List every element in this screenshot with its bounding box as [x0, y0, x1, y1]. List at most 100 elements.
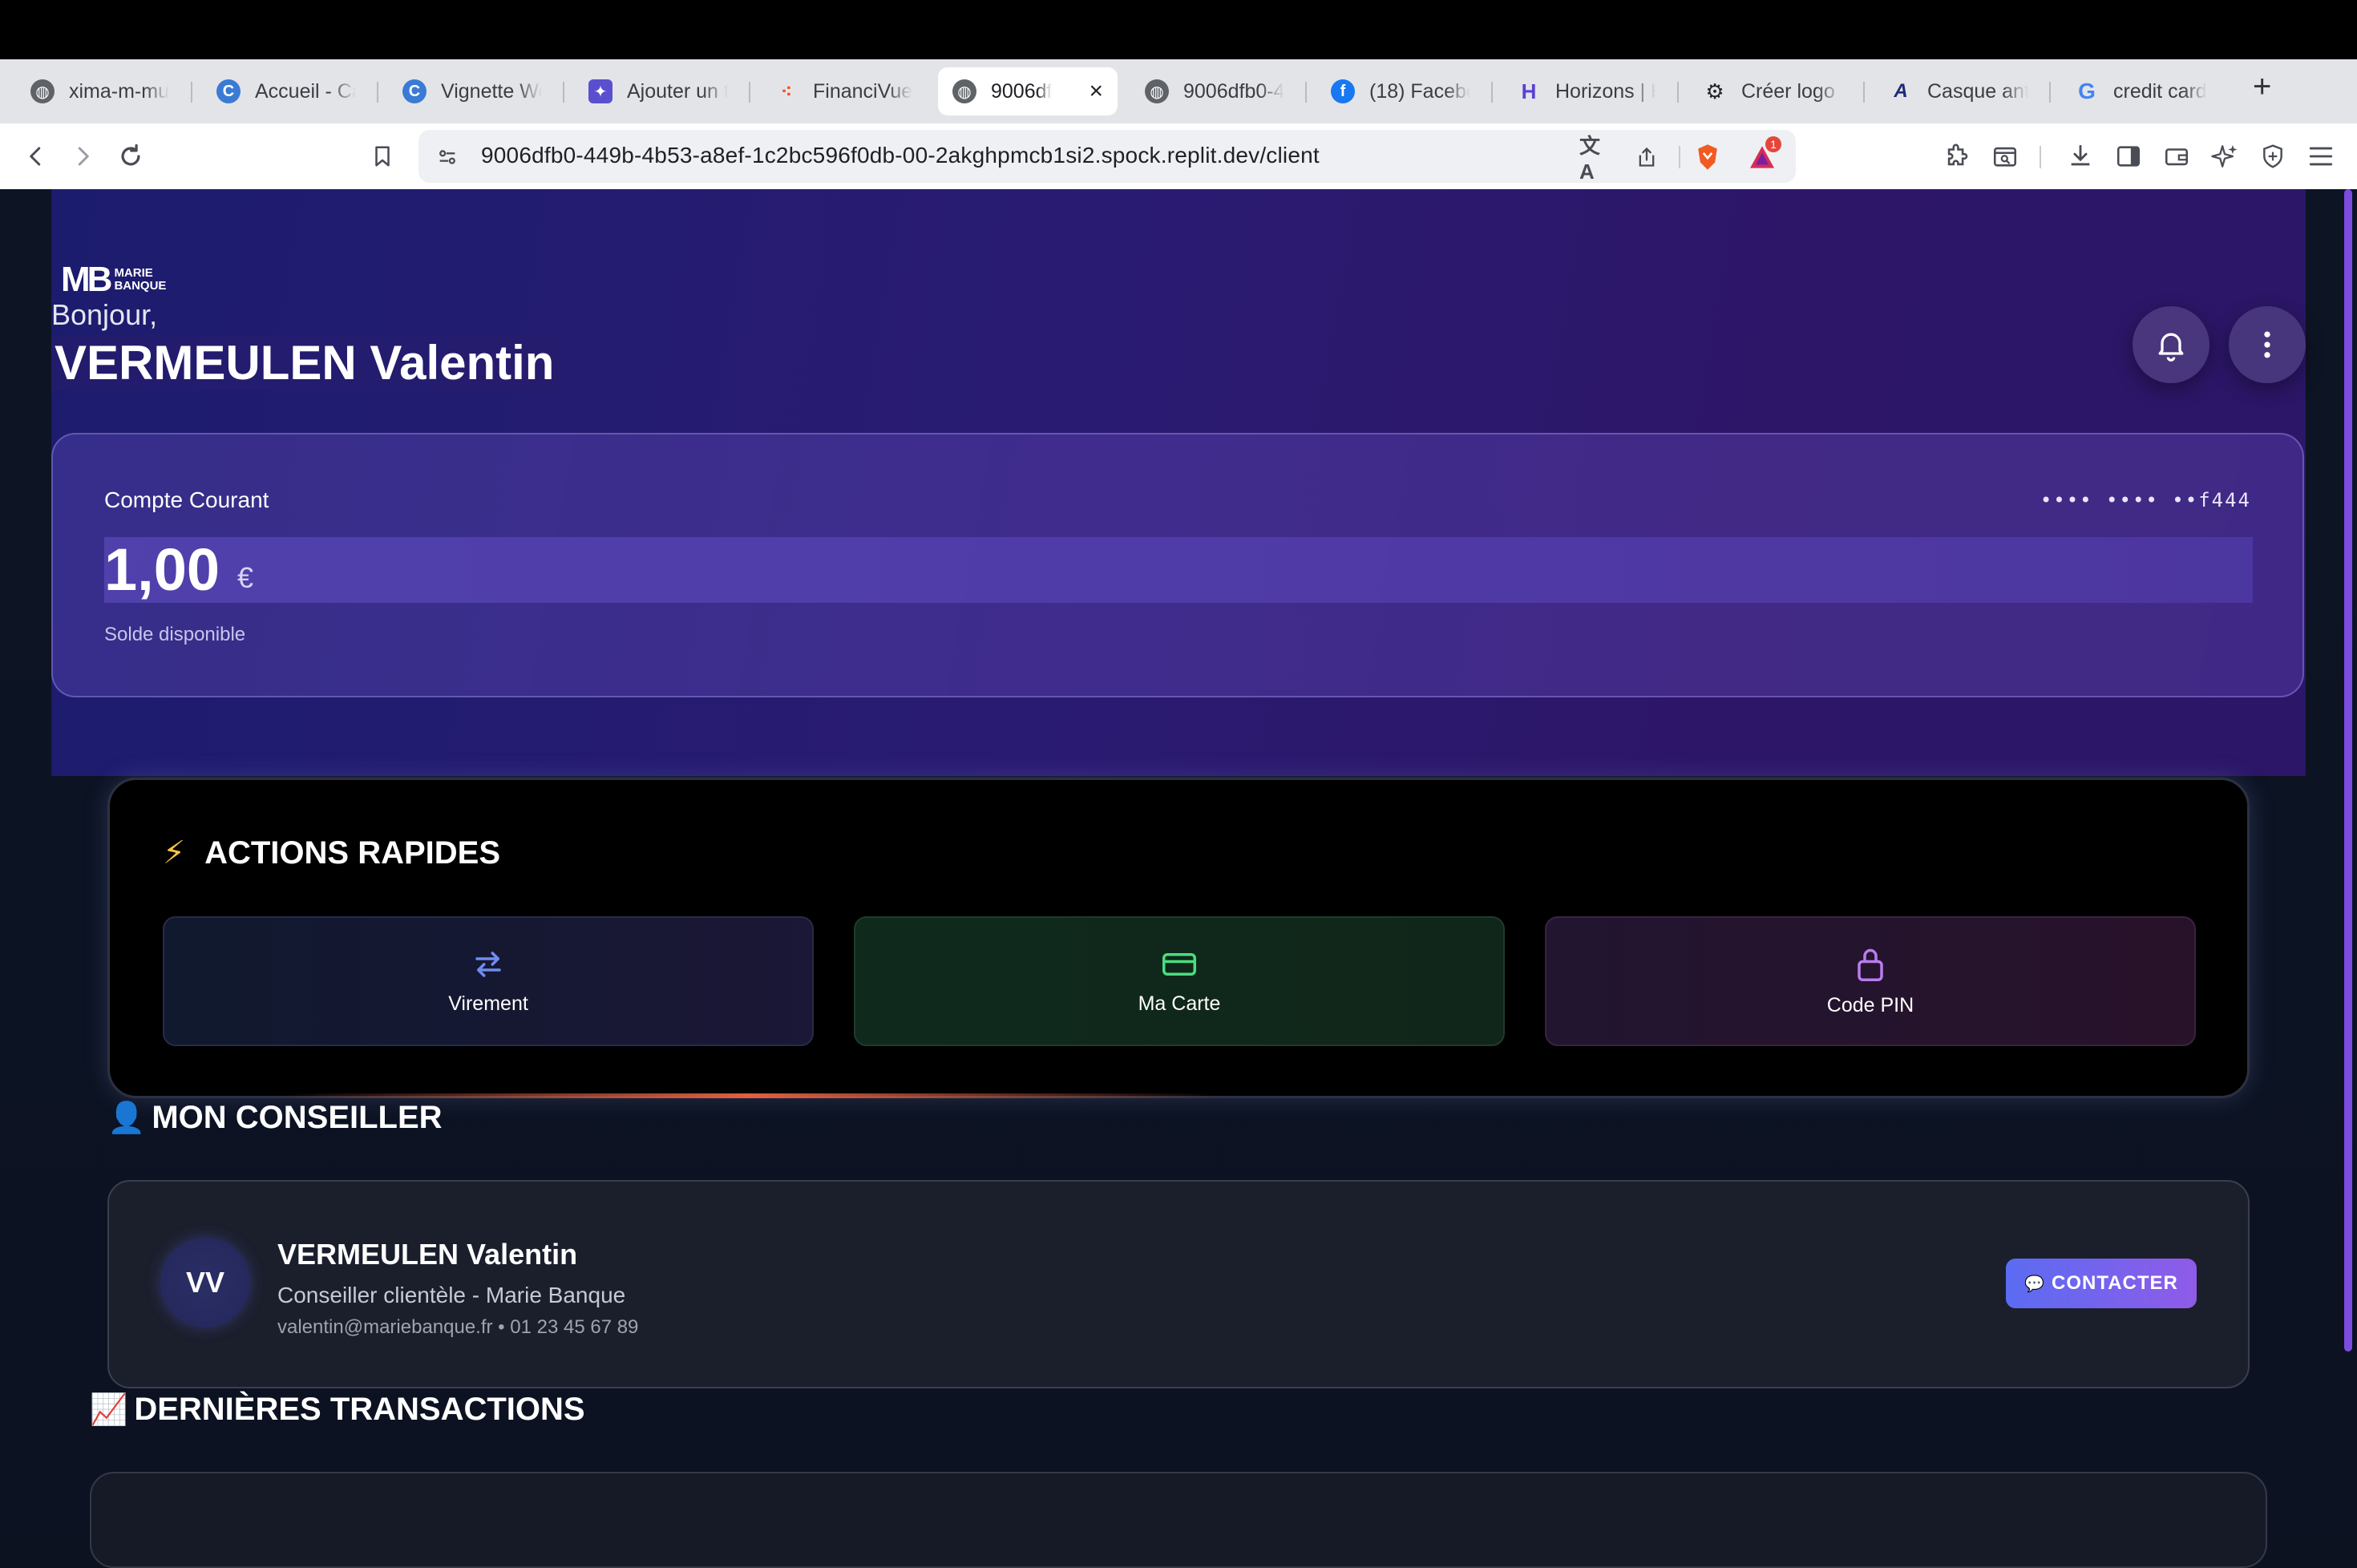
avatar: VV — [160, 1238, 250, 1328]
tab-label: credit card — [2113, 79, 2207, 103]
bookmark-button[interactable] — [364, 138, 401, 175]
facebook-icon: f — [1331, 79, 1355, 103]
tab-1[interactable]: ◍ xima-m-mu — [16, 67, 184, 115]
brave-shields-icon[interactable] — [1693, 143, 1722, 172]
notifications-button[interactable] — [2133, 306, 2209, 383]
hero-header: MB MARIE BANQUE Bonjour, VERMEULEN Valen… — [51, 189, 2306, 776]
tab-11[interactable]: A Casque ant — [1874, 67, 2043, 115]
menu-icon[interactable] — [2302, 138, 2339, 175]
globe-icon: ◍ — [952, 79, 976, 103]
advisor-role: Conseiller clientèle - Marie Banque — [277, 1283, 626, 1307]
tab-10[interactable]: ⚙ Créer logo f — [1688, 67, 1857, 115]
transactions-section-label: DERNIÈRES TRANSACTIONS — [134, 1392, 585, 1427]
lock-icon — [1858, 948, 1883, 981]
more-vertical-icon — [2264, 331, 2270, 358]
close-icon[interactable]: × — [1089, 78, 1103, 105]
account-type: Compte Courant — [104, 487, 269, 512]
tab-7[interactable]: ◍ 9006dfb0-4 — [1130, 67, 1299, 115]
balance-label: Solde disponible — [104, 624, 246, 645]
figma-icon: ⁖ — [781, 83, 792, 101]
user-icon: 👤 — [107, 1101, 146, 1135]
tab-separator — [377, 82, 378, 103]
advisor-contact: valentin@mariebanque.fr • 01 23 45 67 89 — [277, 1316, 639, 1338]
tab-4[interactable]: ✦ Ajouter un t — [574, 67, 742, 115]
tab-6-active[interactable]: ◍ 9006df × — [938, 67, 1118, 115]
tab-separator — [1863, 82, 1865, 103]
account-number: •••• •••• ••f444 — [2040, 489, 2251, 511]
tab-separator — [749, 82, 750, 103]
canva-icon: C — [216, 79, 241, 103]
logo-wordmark: MARIE BANQUE — [114, 267, 166, 293]
account-card[interactable]: Compte Courant •••• •••• ••f444 1,00 € S… — [51, 433, 2304, 697]
horizons-icon: H — [1521, 79, 1537, 103]
my-card-label: Ma Carte — [1138, 992, 1221, 1015]
translate-icon[interactable]: 文A — [1579, 134, 1608, 184]
contact-label: CONTACTER — [2052, 1272, 2178, 1294]
forward-button[interactable] — [64, 138, 101, 175]
url-text: 9006dfb0-449b-4b53-a8ef-1c2bc596f0db-00-… — [481, 143, 1320, 168]
tab-separator — [1491, 82, 1493, 103]
tab-label: Vignette Wo — [441, 79, 542, 103]
back-button[interactable] — [18, 138, 55, 175]
tab-label: (18) Facebo — [1369, 79, 1470, 103]
transactions-card — [90, 1472, 2267, 1568]
pin-code-label: Code PIN — [1826, 993, 1914, 1016]
chart-icon: 📈 — [90, 1392, 128, 1427]
leo-ai-icon[interactable] — [2206, 138, 2243, 175]
transfer-label: Virement — [448, 992, 528, 1015]
logo-mark: MB — [61, 260, 112, 299]
tab-3[interactable]: C Vignette Wo — [388, 67, 556, 115]
tab-label: FinanciVue — [813, 79, 913, 103]
tab-label: Casque ant — [1927, 79, 2028, 103]
globe-icon: ◍ — [1145, 79, 1169, 103]
downloads-icon[interactable] — [2062, 138, 2099, 175]
reader-mode-icon[interactable] — [1987, 138, 2023, 175]
balance-amount: 1,00 — [104, 536, 220, 603]
new-tab-button[interactable]: + — [2253, 69, 2271, 105]
brave-rewards-icon[interactable]: 1 — [1748, 136, 1781, 172]
vpn-icon[interactable] — [2254, 138, 2291, 175]
tab-separator — [2049, 82, 2051, 103]
share-icon[interactable] — [1632, 143, 1661, 172]
divider — [2040, 146, 2041, 168]
browser-toolbar: 9006dfb0-449b-4b53-a8ef-1c2bc596f0db-00-… — [0, 123, 2357, 190]
balance-currency: € — [237, 561, 254, 594]
address-bar[interactable]: 9006dfb0-449b-4b53-a8ef-1c2bc596f0db-00-… — [418, 130, 1796, 184]
tab-label: xima-m-mu — [69, 79, 169, 103]
tab-separator — [563, 82, 564, 103]
lightning-icon: ⚡ — [163, 835, 186, 871]
page-scrollbar[interactable] — [2344, 189, 2352, 1352]
tab-9[interactable]: H Horizons | H — [1502, 67, 1671, 115]
my-card-button[interactable]: Ma Carte — [854, 916, 1505, 1046]
extensions-icon[interactable] — [1939, 138, 1975, 175]
site-settings-icon[interactable] — [433, 143, 462, 172]
tab-label: 9006df — [991, 79, 1053, 103]
tab-label: Accueil - Ca — [255, 79, 356, 103]
tab-5[interactable]: ⁖ FinanciVue — [760, 67, 928, 115]
quick-actions-title: ⚡ ACTIONS RAPIDES — [163, 835, 500, 871]
more-options-button[interactable] — [2229, 306, 2306, 383]
bell-icon — [2158, 333, 2184, 362]
transfer-icon — [475, 951, 501, 977]
transactions-section-title: 📈 DERNIÈRES TRANSACTIONS — [90, 1392, 585, 1428]
pin-code-button[interactable]: Code PIN — [1545, 916, 2196, 1046]
globe-icon: ◍ — [30, 79, 55, 103]
canva-icon: C — [402, 79, 427, 103]
screen-top-bar — [0, 0, 2357, 59]
contact-button[interactable]: 💬 CONTACTER — [2006, 1259, 2197, 1308]
tab-12[interactable]: G credit card — [2060, 67, 2229, 115]
user-name: VERMEULEN Valentin — [51, 335, 558, 390]
page-viewport: MB MARIE BANQUE Bonjour, VERMEULEN Valen… — [0, 189, 2357, 1568]
wallet-icon[interactable] — [2158, 138, 2195, 175]
sidebar-icon[interactable] — [2110, 138, 2147, 175]
advisor-card: VV VERMEULEN Valentin Conseiller clientè… — [107, 1180, 2250, 1388]
balance-highlight — [104, 537, 2253, 603]
transfer-button[interactable]: Virement — [163, 916, 814, 1046]
tab-label: 9006dfb0-4 — [1183, 79, 1284, 103]
tab-2[interactable]: C Accueil - Ca — [202, 67, 370, 115]
quick-actions-label: ACTIONS RAPIDES — [204, 835, 501, 871]
tab-8[interactable]: f (18) Facebo — [1316, 67, 1485, 115]
chat-icon: 💬 — [2024, 1275, 2046, 1293]
reload-button[interactable] — [112, 138, 149, 175]
tab-separator — [1677, 82, 1679, 103]
